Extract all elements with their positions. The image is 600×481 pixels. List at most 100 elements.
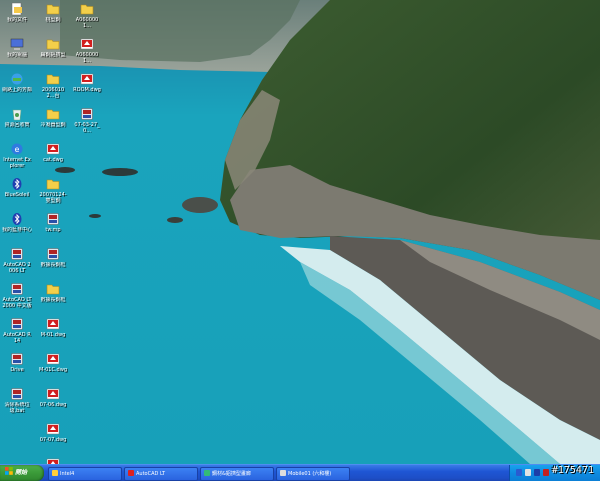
- ie-icon: e: [10, 142, 24, 156]
- desktop-icon[interactable]: e Internet Explorer: [2, 142, 32, 169]
- desktop-icon[interactable]: M-01C.dwg: [38, 352, 68, 373]
- svg-text:e: e: [15, 145, 20, 154]
- desktop-icon-label: 數據長鋼框: [40, 297, 66, 303]
- task-app-icon: [128, 470, 134, 476]
- app-icon: [10, 352, 24, 366]
- start-label: 開始: [15, 469, 28, 476]
- dwg-icon: [46, 422, 60, 436]
- tray-antivirus-icon[interactable]: [543, 469, 549, 476]
- desktop-icon-label: 網路上的芳鄰: [2, 87, 32, 93]
- bluetooth-icon: [10, 212, 24, 226]
- desktop-icon-label: tw.mp: [45, 227, 61, 233]
- start-button[interactable]: 開始: [0, 465, 44, 481]
- recycle-icon: [10, 107, 24, 121]
- app-icon: [10, 282, 24, 296]
- desktop-icon-label: ROOM.dwg: [73, 87, 101, 93]
- desktop-icon-label: A0600001...: [75, 52, 99, 64]
- desktop-icon-label: BlueSoleil: [4, 192, 30, 198]
- taskbar-button[interactable]: Mobile01 (六和樓): [276, 467, 350, 481]
- desktop-icon[interactable]: 數據長鋼框: [38, 282, 68, 303]
- dwg-icon: [46, 142, 60, 156]
- desktop-icon[interactable]: AutoCAD LT 2000 中文版: [2, 282, 32, 309]
- dwg-icon: [80, 37, 94, 51]
- desktop-icon[interactable]: 資源回收筒: [2, 107, 32, 128]
- desktop-icon-label: 20060102...台: [41, 87, 65, 99]
- desktop-icon-label: 07-07.dwg: [39, 437, 67, 443]
- dwg-icon: [80, 72, 94, 86]
- desktop-icon[interactable]: 07-03-27_0...: [72, 107, 102, 134]
- desktop-icon-label: A0600001...: [75, 17, 99, 29]
- app-icon: [46, 212, 60, 226]
- taskbar-button[interactable]: 鋼材&鋁擠型畫廊: [200, 467, 274, 481]
- taskbar-button-label: Intel4: [60, 471, 75, 477]
- tray-volume-icon[interactable]: [525, 469, 531, 476]
- desktop-icon-label: 資源回收筒: [4, 122, 30, 128]
- desktop-icon[interactable]: 我的電腦: [2, 37, 32, 58]
- desktop-icon[interactable]: 數據長鋼框: [38, 247, 68, 268]
- taskbar-button-label: Mobile01 (六和樓): [288, 471, 332, 477]
- taskbar-button-label: AutoCAD LT: [136, 471, 166, 477]
- desktop-icon[interactable]: 07-07.dwg: [38, 422, 68, 443]
- desktop-icon-label: Internet Explorer: [3, 157, 31, 169]
- taskbar-button[interactable]: Intel4: [48, 467, 122, 481]
- tray-bluetooth-icon[interactable]: [534, 469, 540, 476]
- desktop-icon-label: 扁鋼鋁擠型: [40, 52, 66, 58]
- desktop-icon-label: 07-06.dwg: [39, 402, 67, 408]
- desktop-icon[interactable]: M-01.dwg: [38, 317, 68, 338]
- folder-icon: [46, 2, 60, 16]
- desktop-icon[interactable]: 我的文件: [2, 2, 32, 23]
- desktop-icon[interactable]: cat.dwg: [38, 142, 68, 163]
- desktop-icon[interactable]: Drive: [2, 352, 32, 373]
- desktop-wallpaper: [0, 0, 600, 464]
- desktop-icon-label: 我的電腦: [6, 52, 27, 58]
- folder-icon: [46, 37, 60, 51]
- desktop-icon[interactable]: BlueSoleil: [2, 177, 32, 198]
- dwg-icon: [46, 387, 60, 401]
- folder-icon: [80, 2, 94, 16]
- desktop-icon[interactable]: 清除系統垃圾.bat: [2, 387, 32, 414]
- taskbar-button[interactable]: AutoCAD LT: [124, 467, 198, 481]
- desktop-icon[interactable]: 網路上的芳鄰: [2, 72, 32, 93]
- watermark: #175471: [551, 465, 594, 476]
- desktop-icon[interactable]: 20060102...台: [38, 72, 68, 99]
- desktop-icon-label: 20070124-雙型鋼: [39, 192, 67, 204]
- desktop-icon-label: cat.dwg: [43, 157, 63, 163]
- desktop-icon[interactable]: 桃型鋼: [38, 2, 68, 23]
- folder-icon: [46, 282, 60, 296]
- desktop-icon[interactable]: ROOM.dwg: [72, 72, 102, 93]
- desktop-icon[interactable]: AutoCAD R14: [2, 317, 32, 344]
- app-icon: [10, 387, 24, 401]
- desktop-icon[interactable]: 07-06.dwg: [38, 387, 68, 408]
- desktop-icon[interactable]: A0600001...: [72, 2, 102, 29]
- desktop-icon-label: Drive: [10, 367, 24, 373]
- desktop-icon-label: AutoCAD 2006 LT: [3, 262, 31, 274]
- desktop-icon[interactable]: 20070124-雙型鋼: [38, 177, 68, 204]
- desktop-icon[interactable]: tw.mp: [38, 212, 68, 233]
- desktop-icon-label: 07-03-27_0...: [74, 122, 100, 134]
- taskbar-button-label: 鋼材&鋁擠型畫廊: [212, 471, 251, 477]
- bluetooth-icon: [10, 177, 24, 191]
- desktop-icon-label: AutoCAD LT 2000 中文版: [2, 297, 32, 309]
- desktop-icon-label: 桃型鋼: [45, 17, 61, 23]
- tray-network-icon[interactable]: [516, 469, 522, 476]
- desktop-icon-label: 清除系統垃圾.bat: [4, 402, 30, 414]
- desktop-icon-label: 數據長鋼框: [40, 262, 66, 268]
- desktop-icon-label: AutoCAD R14: [3, 332, 31, 344]
- task-app-icon: [204, 470, 210, 476]
- computer-icon: [10, 37, 24, 51]
- desktop-icon[interactable]: A0600001...: [72, 37, 102, 64]
- folder-icon: [46, 177, 60, 191]
- folder-icon: [46, 72, 60, 86]
- desktop-icon[interactable]: 我的藍芽中心: [2, 212, 32, 233]
- desktop-icon-label: 我的藍芽中心: [2, 227, 32, 233]
- windows-logo-icon: [5, 467, 13, 475]
- app-icon: [10, 317, 24, 331]
- desktop-icon-label: M-01.dwg: [40, 332, 66, 338]
- desktop-icon[interactable]: 扁鋼鋁擠型: [38, 37, 68, 58]
- desktop-icon-label: M-01C.dwg: [39, 367, 67, 373]
- app-icon: [46, 247, 60, 261]
- app-icon: [10, 247, 24, 261]
- folder-icon: [46, 107, 60, 121]
- desktop-icon[interactable]: 冷凝器型鋼: [38, 107, 68, 128]
- desktop-icon[interactable]: AutoCAD 2006 LT: [2, 247, 32, 274]
